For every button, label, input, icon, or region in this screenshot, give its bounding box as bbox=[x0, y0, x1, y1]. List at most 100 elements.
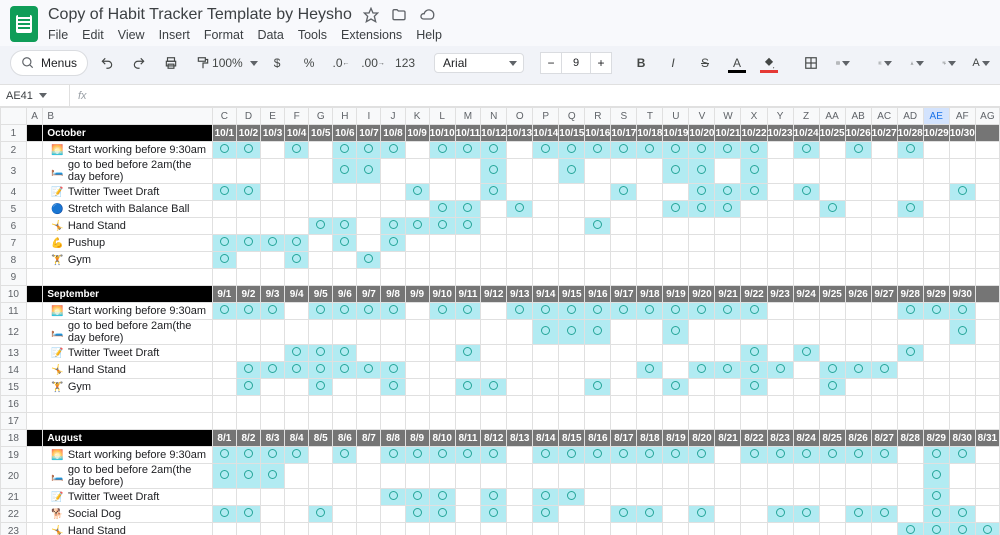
habit-day-cell[interactable] bbox=[559, 303, 585, 320]
cell[interactable] bbox=[689, 396, 715, 413]
habit-day-cell[interactable] bbox=[611, 447, 637, 464]
habit-day-cell[interactable] bbox=[585, 320, 611, 345]
habit-day-cell[interactable] bbox=[845, 345, 871, 362]
habit-day-cell[interactable] bbox=[845, 184, 871, 201]
habit-day-cell[interactable] bbox=[923, 362, 949, 379]
habit-day-cell[interactable] bbox=[819, 523, 845, 535]
habit-day-cell[interactable] bbox=[212, 464, 236, 489]
habit-day-cell[interactable] bbox=[212, 447, 236, 464]
habit-day-cell[interactable] bbox=[212, 345, 236, 362]
cell[interactable] bbox=[741, 269, 767, 286]
habit-day-cell[interactable] bbox=[585, 303, 611, 320]
habit-day-cell[interactable] bbox=[741, 184, 767, 201]
cell[interactable] bbox=[793, 396, 819, 413]
habit-day-cell[interactable] bbox=[949, 184, 975, 201]
habit-day-cell[interactable] bbox=[767, 218, 793, 235]
habit-day-cell[interactable] bbox=[236, 320, 260, 345]
habit-day-cell[interactable] bbox=[611, 201, 637, 218]
habit-day-cell[interactable] bbox=[975, 489, 999, 506]
date-header[interactable]: 8/4 bbox=[285, 430, 309, 447]
habit-day-cell[interactable] bbox=[261, 523, 285, 535]
habit-day-cell[interactable] bbox=[741, 506, 767, 523]
habit-day-cell[interactable] bbox=[585, 362, 611, 379]
habit-day-cell[interactable] bbox=[715, 320, 741, 345]
cell[interactable] bbox=[381, 396, 405, 413]
habit-day-cell[interactable] bbox=[261, 379, 285, 396]
cell[interactable] bbox=[26, 523, 43, 535]
habit-day-cell[interactable] bbox=[611, 320, 637, 345]
cell[interactable] bbox=[26, 184, 43, 201]
habit-day-cell[interactable] bbox=[455, 506, 480, 523]
habit-day-cell[interactable] bbox=[923, 201, 949, 218]
date-header[interactable]: 8/6 bbox=[333, 430, 357, 447]
habit-day-cell[interactable] bbox=[663, 379, 689, 396]
cell[interactable] bbox=[381, 269, 405, 286]
habit-day-cell[interactable] bbox=[585, 184, 611, 201]
cell[interactable] bbox=[533, 396, 559, 413]
col-header-AA[interactable]: AA bbox=[819, 108, 845, 125]
cell[interactable] bbox=[212, 269, 236, 286]
cell[interactable] bbox=[897, 413, 923, 430]
habit-day-cell[interactable] bbox=[585, 345, 611, 362]
date-header[interactable]: 10/27 bbox=[871, 125, 897, 142]
row-header-11[interactable]: 11 bbox=[1, 303, 27, 320]
habit-day-cell[interactable] bbox=[871, 235, 897, 252]
cell[interactable] bbox=[26, 303, 43, 320]
habit-day-cell[interactable] bbox=[689, 362, 715, 379]
date-header[interactable]: 9/22 bbox=[741, 286, 767, 303]
cell[interactable] bbox=[26, 362, 43, 379]
row-header-16[interactable]: 16 bbox=[1, 396, 27, 413]
habit-day-cell[interactable] bbox=[845, 506, 871, 523]
menu-data[interactable]: Data bbox=[257, 28, 283, 42]
increase-font-button[interactable]: + bbox=[590, 52, 612, 74]
habit-day-cell[interactable] bbox=[871, 159, 897, 184]
borders-button[interactable] bbox=[798, 50, 824, 76]
cell[interactable] bbox=[533, 269, 559, 286]
date-header[interactable]: 10/9 bbox=[405, 125, 429, 142]
col-header-AF[interactable]: AF bbox=[949, 108, 975, 125]
row-header-1[interactable]: 1 bbox=[1, 125, 27, 142]
habit-cell[interactable]: 🛏️go to bed before 2am(the day before) bbox=[43, 159, 212, 184]
habit-day-cell[interactable] bbox=[923, 142, 949, 159]
habit-day-cell[interactable] bbox=[285, 345, 309, 362]
habit-day-cell[interactable] bbox=[975, 218, 999, 235]
bold-button[interactable]: B bbox=[628, 50, 654, 76]
habit-day-cell[interactable] bbox=[333, 201, 357, 218]
habit-day-cell[interactable] bbox=[897, 303, 923, 320]
habit-day-cell[interactable] bbox=[585, 142, 611, 159]
habit-day-cell[interactable] bbox=[871, 379, 897, 396]
habit-day-cell[interactable] bbox=[741, 142, 767, 159]
habit-day-cell[interactable] bbox=[381, 184, 405, 201]
date-header[interactable]: 9/24 bbox=[793, 286, 819, 303]
habit-cell[interactable]: 🏋️Gym bbox=[43, 252, 212, 269]
fill-color-button[interactable] bbox=[756, 50, 782, 76]
habit-day-cell[interactable] bbox=[663, 464, 689, 489]
habit-day-cell[interactable] bbox=[637, 303, 663, 320]
habit-day-cell[interactable] bbox=[333, 345, 357, 362]
habit-cell[interactable]: 🐕Social Dog bbox=[43, 506, 212, 523]
cell[interactable] bbox=[819, 396, 845, 413]
habit-day-cell[interactable] bbox=[715, 506, 741, 523]
date-header[interactable]: 9/14 bbox=[533, 286, 559, 303]
row-header-14[interactable]: 14 bbox=[1, 362, 27, 379]
month-label[interactable]: October bbox=[43, 125, 212, 142]
habit-day-cell[interactable] bbox=[845, 201, 871, 218]
col-header-Z[interactable]: Z bbox=[793, 108, 819, 125]
cell[interactable] bbox=[26, 320, 43, 345]
cell[interactable] bbox=[819, 269, 845, 286]
habit-day-cell[interactable] bbox=[975, 184, 999, 201]
cell[interactable] bbox=[689, 269, 715, 286]
habit-day-cell[interactable] bbox=[715, 142, 741, 159]
habit-day-cell[interactable] bbox=[975, 142, 999, 159]
col-header-Y[interactable]: Y bbox=[767, 108, 793, 125]
habit-day-cell[interactable] bbox=[637, 362, 663, 379]
cell[interactable] bbox=[357, 396, 381, 413]
date-header[interactable]: 9/21 bbox=[715, 286, 741, 303]
habit-day-cell[interactable] bbox=[507, 235, 533, 252]
habit-day-cell[interactable] bbox=[236, 489, 260, 506]
cell[interactable] bbox=[26, 396, 43, 413]
date-header[interactable]: 9/25 bbox=[819, 286, 845, 303]
habit-day-cell[interactable] bbox=[455, 142, 480, 159]
habit-day-cell[interactable] bbox=[333, 142, 357, 159]
cell[interactable] bbox=[611, 413, 637, 430]
